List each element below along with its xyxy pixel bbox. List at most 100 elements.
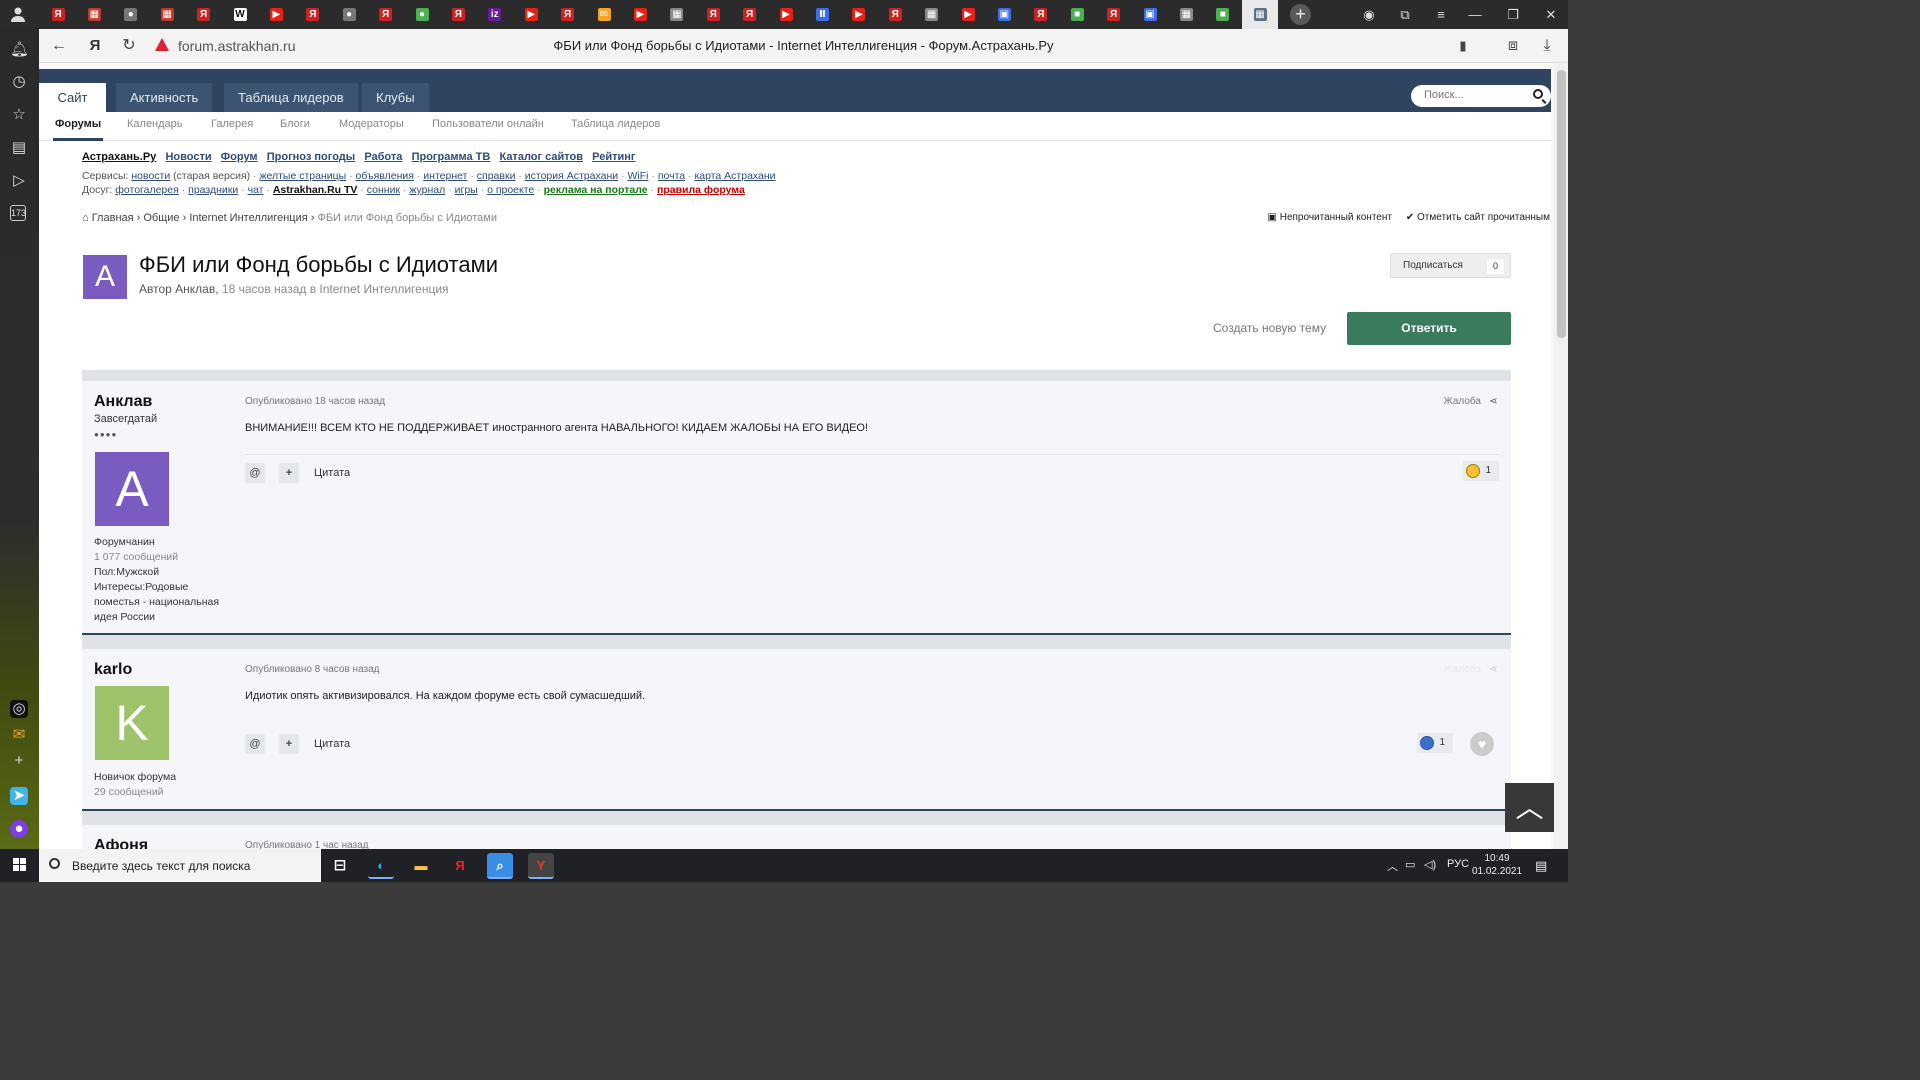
service-link[interactable]: объявления	[356, 170, 414, 182]
unread-content-link[interactable]: Непрочитанный контент	[1280, 212, 1392, 223]
service-link-news[interactable]: новости	[131, 170, 170, 182]
portal-link-home[interactable]: Астрахань.Ру	[82, 151, 156, 163]
collections-icon[interactable]: ⧉	[1388, 0, 1422, 29]
leisure-link[interactable]: праздники	[188, 184, 238, 196]
tab-site[interactable]: Сайт	[39, 83, 106, 113]
search-icon[interactable]	[1533, 89, 1543, 99]
windows-start-icon[interactable]	[13, 858, 27, 872]
badge-icon[interactable]: 173	[10, 205, 26, 221]
browser-tab[interactable]: Я	[550, 0, 586, 29]
leisure-link[interactable]: журнал	[409, 184, 445, 196]
browser-tab[interactable]: ■	[1059, 0, 1095, 29]
post-author[interactable]: Афоня	[94, 837, 148, 849]
quote-button[interactable]: Цитата	[314, 467, 350, 479]
yandex-app-icon[interactable]: Я	[447, 853, 473, 879]
messenger-app-icon[interactable]: ➤	[10, 787, 28, 805]
browser-tab[interactable]: ●	[404, 0, 440, 29]
browser-tab[interactable]: iz	[477, 0, 513, 29]
subnav-online-users[interactable]: Пользователи онлайн	[430, 112, 546, 141]
subnav-moderators[interactable]: Модераторы	[337, 112, 406, 141]
author-avatar[interactable]: A	[95, 452, 169, 526]
bell-icon[interactable]: 🔔︎	[10, 41, 29, 59]
tray-chevron-icon[interactable]: ︿	[1387, 858, 1398, 874]
breadcrumb-section[interactable]: Internet Интеллигенция	[189, 212, 307, 224]
browser-tab[interactable]: Я	[40, 0, 76, 29]
browser-tab[interactable]: ●	[331, 0, 367, 29]
user-profile-icon[interactable]	[10, 6, 26, 22]
subscribe-button[interactable]: Подписаться 0	[1390, 253, 1511, 278]
service-link[interactable]: интернет	[423, 170, 467, 182]
author-avatar[interactable]: K	[95, 686, 169, 760]
mail-app-icon[interactable]: ✉	[10, 726, 28, 744]
search-input[interactable]	[1424, 89, 1524, 101]
restore-button[interactable]: ❐	[1496, 0, 1530, 29]
tab-leaderboard[interactable]: Таблица лидеров	[224, 83, 358, 113]
close-window-button[interactable]: ✕	[1534, 0, 1568, 29]
new-topic-link[interactable]: Создать новую тему	[1213, 321, 1326, 335]
language-indicator[interactable]: РУС	[1447, 858, 1469, 870]
subnav-leaderboard[interactable]: Таблица лидеров	[569, 112, 662, 141]
leisure-link[interactable]: фотогалерея	[115, 184, 179, 196]
browser-tab[interactable]: ▶	[258, 0, 294, 29]
portal-link-catalog[interactable]: Каталог сайтов	[499, 151, 583, 163]
account-icon[interactable]: ◉	[1352, 0, 1386, 29]
reaction-count[interactable]: 1	[1463, 461, 1499, 481]
leisure-link[interactable]: Astrakhan.Ru TV	[273, 184, 358, 196]
add-app-icon[interactable]: +	[10, 752, 28, 770]
browser-tab[interactable]: ▣	[1132, 0, 1168, 29]
mark-read-link[interactable]: Отметить сайт прочитанным	[1417, 212, 1550, 223]
play-icon[interactable]: ▷	[10, 172, 28, 190]
service-link[interactable]: история Астрахани	[525, 170, 618, 182]
service-link[interactable]: желтые страницы	[259, 170, 346, 182]
breadcrumb-home[interactable]: Главная	[92, 212, 134, 224]
service-link[interactable]: WiFi	[627, 170, 648, 182]
tab-activity[interactable]: Активность	[116, 83, 213, 113]
author-post-count[interactable]: 29 сообщений	[94, 785, 176, 800]
browser-tab[interactable]: ▶	[768, 0, 804, 29]
portal-link-weather[interactable]: Прогноз погоды	[267, 151, 355, 163]
browser-tab[interactable]: Я	[1023, 0, 1059, 29]
reply-button[interactable]: Ответить	[1347, 312, 1511, 345]
browser-tab[interactable]: ▶	[622, 0, 658, 29]
mention-button[interactable]: @	[245, 463, 265, 483]
post-author[interactable]: Анклав	[94, 393, 152, 411]
post-date[interactable]: Опубликовано 18 часов назад	[245, 396, 385, 407]
topic-author-avatar[interactable]: A	[83, 255, 127, 299]
scrollbar-thumb[interactable]	[1557, 70, 1566, 338]
report-link[interactable]: Жалоба	[1444, 396, 1481, 407]
new-tab-button[interactable]: +	[1290, 4, 1311, 25]
subnav-blogs[interactable]: Блоги	[278, 112, 312, 141]
browser-tab[interactable]: ▦	[76, 0, 112, 29]
like-heart-icon[interactable]: ♥	[1470, 732, 1494, 756]
extensions-icon[interactable]: ⧈	[1503, 36, 1523, 56]
browser-tab[interactable]: Я	[695, 0, 731, 29]
portal-link-news[interactable]: Новости	[165, 151, 211, 163]
browser-tab[interactable]: ▶	[513, 0, 549, 29]
browser-tab[interactable]: ▦	[149, 0, 185, 29]
browser-tab[interactable]: Я	[186, 0, 222, 29]
topic-author[interactable]: Автор Анклав,	[139, 282, 219, 296]
volume-icon[interactable]: ◁)	[1424, 858, 1436, 871]
browser-tab[interactable]: Я	[877, 0, 913, 29]
browser-tab[interactable]: ▶	[950, 0, 986, 29]
leisure-link[interactable]: сонник	[367, 184, 400, 196]
history-clock-icon[interactable]: ◷	[10, 73, 28, 91]
alice-assistant-icon[interactable]: ●	[10, 820, 28, 838]
reaction-count[interactable]: 1	[1417, 733, 1453, 753]
file-explorer-icon[interactable]: ▬	[408, 853, 434, 879]
notifications-icon[interactable]: ▤	[1535, 858, 1547, 874]
leisure-link[interactable]: чат	[248, 184, 264, 196]
scroll-to-top-button[interactable]: ︿	[1505, 783, 1554, 832]
notes-icon[interactable]: ▤	[10, 139, 28, 157]
quote-button[interactable]: Цитата	[314, 738, 350, 750]
browser-tab[interactable]: ▦	[1168, 0, 1204, 29]
browser-tab[interactable]: ▦	[914, 0, 950, 29]
mention-button[interactable]: @	[245, 734, 265, 754]
tab-clubs[interactable]: Клубы	[362, 83, 429, 113]
task-view-icon[interactable]: ⊟	[327, 853, 353, 879]
portal-link-tv[interactable]: Программа ТВ	[412, 151, 491, 163]
service-link[interactable]: почта	[658, 170, 685, 182]
post-author[interactable]: karlo	[94, 661, 132, 679]
browser-tab[interactable]: Ⅱ	[804, 0, 840, 29]
browser-tab[interactable]: ▣	[986, 0, 1022, 29]
